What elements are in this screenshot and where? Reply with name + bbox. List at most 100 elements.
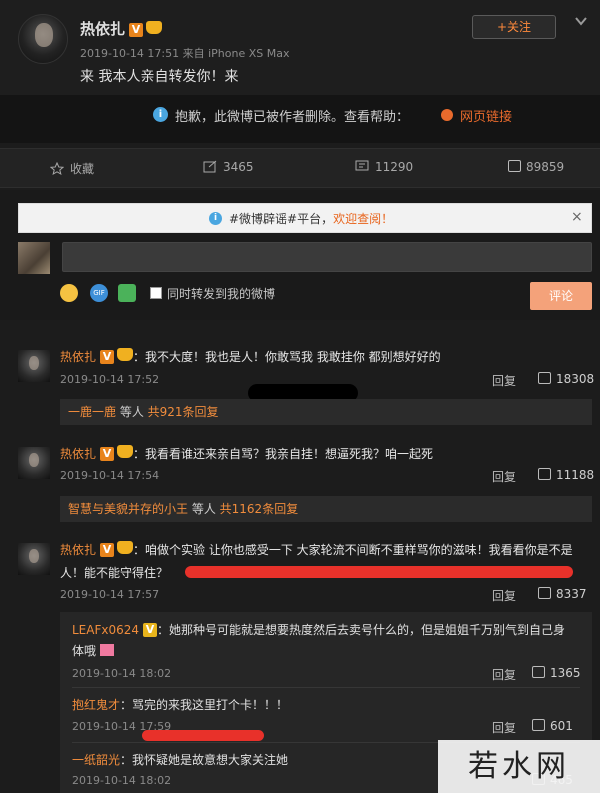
reply-text: 抱红鬼才：骂完的来我这里打个卡！！！ [72, 696, 288, 713]
reply-author[interactable]: LEAFx0624 [72, 623, 139, 637]
reply-text-line2: 体哦 [72, 642, 115, 659]
sub-reply-mid: 等人 [116, 405, 148, 419]
comment-author[interactable]: 热依扎 [60, 350, 96, 364]
comment-action[interactable]: 11290 [355, 160, 413, 174]
sub-reply-user[interactable]: 智慧与美貌并存的小王 [68, 502, 188, 516]
reply-body: ：她那种号可能就是想要热度然后去卖号什么的，但是姐姐千万别气到自己身 [157, 623, 566, 637]
info-icon: i [153, 107, 168, 122]
reply-author[interactable]: 抱红鬼才 [72, 698, 120, 712]
thumbs-up-icon [532, 719, 545, 731]
sub-reply-count[interactable]: 共921条回复 [148, 405, 219, 419]
comment-avatar[interactable] [18, 543, 50, 575]
verified-badge-icon: V [100, 350, 115, 364]
link-icon[interactable] [441, 109, 453, 121]
repost-checkbox-label: 同时转发到我的微博 [167, 287, 276, 301]
thumbs-up-icon [532, 666, 545, 678]
star-icon [50, 162, 64, 175]
comment-body: ：我看看谁还来亲自骂？我亲自挂！想逼死我？咱一起死 [133, 447, 434, 461]
reply-text: LEAFx0624 V ：她那种号可能就是想要热度然后去卖号什么的，但是姐姐千万别气… [72, 621, 565, 638]
reply-body: ：骂完的来我这里打个卡！！！ [120, 698, 289, 712]
thumbs-up-icon [508, 160, 521, 172]
close-icon[interactable]: × [571, 209, 583, 225]
sub-reply-user[interactable]: 一鹿一鹿 [68, 405, 116, 419]
reply-button[interactable]: 回复 [492, 587, 516, 604]
author-avatar[interactable] [18, 14, 68, 64]
comment-composer: i #微博辟谣#平台，欢迎查阅！ × GIF 同时转发到我的微博 评论 [0, 190, 600, 320]
comment-body-line2: 人！能不能守得住？ [60, 566, 169, 580]
repost-action[interactable]: 3465 [203, 160, 254, 174]
comment-time: 2019-10-14 17:54 [60, 469, 160, 482]
reply-like-count: 1365 [550, 666, 581, 680]
comment-text: 热依扎 V ：我看看谁还来亲自骂？我亲自挂！想逼死我？咱一起死 [60, 445, 433, 462]
reply-button[interactable]: 回复 [492, 372, 516, 389]
chevron-down-icon[interactable] [574, 14, 588, 28]
redline-mark [142, 730, 264, 741]
sub-reply-mid: 等人 [188, 502, 220, 516]
comment-author[interactable]: 热依扎 [60, 543, 96, 557]
comment-input[interactable] [62, 242, 592, 272]
favorite-action[interactable]: 收藏 [50, 160, 94, 177]
comment-like[interactable]: 18308 [538, 372, 594, 386]
verified-badge-icon: V [100, 447, 115, 461]
comment-text: 热依扎 V ：咱做个实验 让你也感受一下 大家轮流不间断不重样骂你的滋味！我看看你是… [60, 541, 573, 558]
comment-author[interactable]: 热依扎 [60, 447, 96, 461]
sub-replies-bar[interactable]: 一鹿一鹿 等人 共921条回复 [60, 399, 592, 425]
reply-button[interactable]: 回复 [492, 666, 516, 683]
rumor-notice: i #微博辟谣#平台，欢迎查阅！ × [18, 203, 592, 233]
comment-icon [355, 160, 369, 171]
repost-count: 3465 [223, 160, 254, 174]
like-count: 89859 [526, 160, 565, 174]
post-author[interactable]: 热依扎 V [80, 18, 163, 39]
reply-button[interactable]: 回复 [492, 468, 516, 485]
deleted-notice: i 抱歉，此微博已被作者删除。查看帮助： 网页链接 [0, 95, 600, 143]
like-action[interactable]: 89859 [508, 160, 564, 174]
reply-body-line2: 体哦 [72, 644, 97, 658]
help-link[interactable]: 网页链接 [460, 106, 512, 125]
comment-like-count: 18308 [556, 372, 595, 386]
comment-like[interactable]: 8337 [538, 587, 587, 601]
deleted-notice-text: 抱歉，此微博已被作者删除。查看帮助： [175, 110, 410, 125]
comment-like[interactable]: 11188 [538, 468, 594, 482]
vip-crown-icon [117, 541, 134, 554]
emoji-icon[interactable] [60, 284, 78, 302]
reply-author[interactable]: 一纸韶光 [72, 753, 120, 767]
reply-time: 2019-10-14 18:02 [72, 774, 172, 787]
repost-checkbox[interactable] [150, 287, 162, 299]
comment-like-count: 11188 [556, 468, 595, 482]
comment-text: 热依扎 V ：我不大度！我也是人！你敢骂我 我敢挂你 都别想好好的 [60, 348, 441, 365]
redline-mark [185, 566, 573, 578]
image-icon[interactable] [118, 284, 136, 302]
reply-body: ：我怀疑她是故意想大家关注她 [120, 753, 289, 767]
comment-avatar[interactable] [18, 350, 50, 382]
rumor-notice-link[interactable]: 欢迎查阅！ [333, 212, 393, 226]
sub-replies-bar[interactable]: 智慧与美貌并存的小王 等人 共1162条回复 [60, 496, 592, 522]
repost-icon [203, 160, 217, 173]
gif-icon[interactable]: GIF [90, 284, 108, 302]
reply-time: 2019-10-14 18:02 [72, 667, 172, 680]
comment-count: 11290 [375, 160, 414, 174]
action-bar: 收藏 3465 11290 89859 [0, 148, 600, 188]
reply-like[interactable]: 601 [532, 719, 573, 733]
comment-avatar[interactable] [18, 447, 50, 479]
post-text: 来 我本人亲自转发你！来 [80, 69, 239, 85]
send-comment-button[interactable]: 评论 [530, 282, 592, 310]
comment-body: ：我不大度！我也是人！你敢骂我 我敢挂你 都别想好好的 [133, 350, 441, 364]
post-header: 热依扎 V 2019-10-14 17:51 来自 iPhone XS Max 来… [0, 0, 600, 95]
reply-button[interactable]: 回复 [492, 719, 516, 736]
verified-badge-icon: V [100, 543, 115, 557]
verified-badge-icon: V [143, 623, 158, 637]
comment-time: 2019-10-14 17:57 [60, 588, 160, 601]
vip-crown-icon [146, 21, 163, 34]
comment-like-count: 8337 [556, 587, 587, 601]
favorite-label: 收藏 [70, 162, 95, 176]
verified-badge-icon: V [129, 23, 144, 37]
comment-body: ：咱做个实验 让你也感受一下 大家轮流不间断不重样骂你的滋味！我看看你是不是 [133, 543, 573, 557]
gift-emoji-icon [100, 644, 115, 656]
follow-button[interactable]: +关注 [472, 15, 556, 39]
post-author-name[interactable]: 热依扎 [80, 20, 125, 38]
thumbs-up-icon [538, 468, 551, 480]
sub-reply-count[interactable]: 共1162条回复 [220, 502, 299, 516]
vip-crown-icon [117, 445, 134, 458]
reply-like[interactable]: 1365 [532, 666, 581, 680]
thumbs-up-icon [538, 372, 551, 384]
